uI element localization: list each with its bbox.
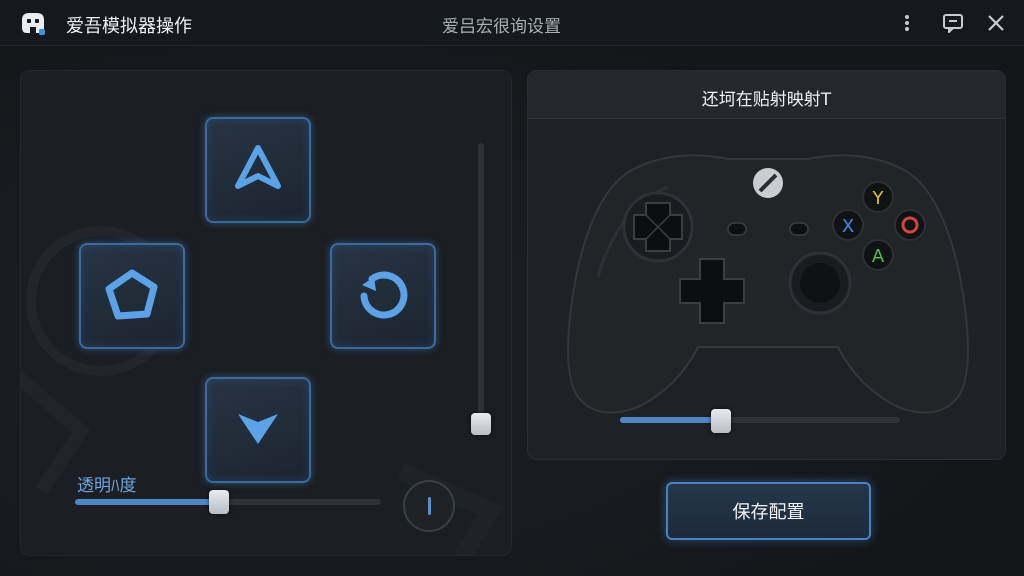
guide-button[interactable]	[753, 168, 783, 198]
face-button-x[interactable]: X	[832, 209, 864, 241]
controller-mapping-panel: 还坷在贴射映射T Y X A	[527, 70, 1006, 460]
vertical-slider-thumb[interactable]	[471, 413, 491, 435]
sensitivity-slider-thumb[interactable]	[711, 409, 731, 433]
app-title: 爱吾模拟器操作	[66, 16, 192, 37]
left-key-button[interactable]	[79, 243, 185, 349]
opacity-slider-fill	[75, 499, 216, 505]
window-title: 爱吕宏很询设置	[442, 17, 561, 37]
view-button[interactable]	[727, 222, 747, 236]
toggle-button[interactable]	[403, 480, 455, 532]
arrow-up-icon	[232, 144, 284, 196]
feedback-icon[interactable]	[938, 8, 968, 38]
mapping-panel-title: 还坷在贴射映射T	[701, 90, 832, 110]
rotate-key-button[interactable]	[330, 243, 436, 349]
opacity-slider-thumb[interactable]	[209, 490, 229, 514]
pentagon-icon	[103, 267, 161, 325]
app-window: 爱吾模拟器操作 爱吕宏很询设置 透明ﾊ度 还坷在贴射映射T Y X A 保存配置	[0, 0, 1024, 576]
svg-text:Y: Y	[872, 188, 885, 209]
close-icon[interactable]	[981, 8, 1011, 38]
face-button-y[interactable]: Y	[862, 181, 894, 213]
down-key-button[interactable]	[205, 377, 311, 483]
opacity-label: 透明ﾊ度	[77, 476, 137, 496]
right-stick[interactable]	[788, 251, 852, 315]
more-vertical-icon[interactable]	[892, 8, 922, 38]
svg-text:X: X	[842, 216, 854, 237]
arrow-down-icon	[234, 408, 282, 452]
mapping-panel-header: 还坷在贴射映射T	[528, 71, 1005, 119]
key-layout-panel: 透明ﾊ度	[20, 70, 512, 556]
rotate-icon	[354, 265, 412, 327]
save-config-button[interactable]: 保存配置	[666, 482, 871, 540]
svg-text:A: A	[872, 246, 885, 267]
face-button-b[interactable]	[894, 209, 926, 241]
title-bar: 爱吾模拟器操作 爱吕宏很询设置	[0, 0, 1024, 46]
sensitivity-slider-fill	[620, 417, 721, 423]
face-button-a[interactable]: A	[862, 239, 894, 271]
up-key-button[interactable]	[205, 117, 311, 223]
gamepad-icon: Y X A	[567, 154, 969, 414]
app-logo-icon	[18, 10, 48, 36]
vertical-slider-track[interactable]	[478, 143, 484, 427]
left-stick[interactable]	[622, 191, 694, 263]
menu-button[interactable]	[789, 222, 809, 236]
power-line-icon	[427, 497, 431, 515]
